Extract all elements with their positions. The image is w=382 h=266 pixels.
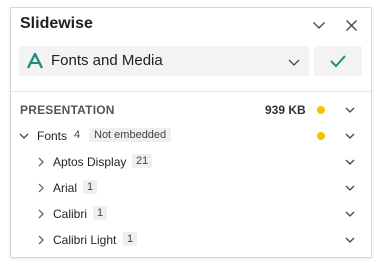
apply-button[interactable]: [314, 46, 362, 76]
panel-title: Slidewise: [20, 15, 93, 32]
font-name: Aptos Display: [53, 155, 127, 169]
fonts-label: Fonts: [37, 129, 68, 143]
presentation-label: PRESENTATION: [20, 103, 115, 117]
chevron-down-icon[interactable]: [344, 130, 356, 142]
fonts-row[interactable]: Fonts 4 Not embedded: [11, 124, 371, 148]
chevron-right-icon[interactable]: [35, 156, 47, 168]
chevron-right-icon[interactable]: [35, 182, 47, 194]
chevron-down-icon: [288, 59, 300, 66]
close-panel-button[interactable]: [341, 15, 361, 35]
font-usage-count: 1: [93, 206, 108, 220]
font-item-row[interactable]: Calibri 1: [11, 202, 371, 226]
presentation-row[interactable]: PRESENTATION 939 KB: [11, 98, 371, 122]
chevron-down-icon: [313, 22, 325, 29]
chevron-down-icon[interactable]: [344, 104, 356, 116]
chevron-down-icon[interactable]: [344, 156, 356, 168]
close-icon: [345, 19, 357, 31]
font-item-row[interactable]: Arial 1: [11, 176, 371, 200]
font-name: Arial: [53, 181, 78, 195]
status-dot: [317, 132, 325, 140]
checkmark-icon: [330, 55, 346, 68]
chevron-right-icon[interactable]: [35, 208, 47, 220]
view-selector-dropdown[interactable]: Fonts and Media: [19, 46, 309, 76]
title-bar: Slidewise: [11, 8, 371, 42]
slidewise-panel: Slidewise Fonts and Media PRESENTATION 9…: [10, 7, 372, 258]
font-name: Calibri: [53, 207, 88, 221]
collapse-panel-button[interactable]: [309, 15, 329, 35]
font-usage-count: 21: [132, 154, 153, 168]
chevron-down-icon[interactable]: [344, 182, 356, 194]
not-embedded-badge: Not embedded: [89, 128, 172, 142]
font-item-row[interactable]: Calibri Light 1: [11, 228, 371, 252]
font-name: Calibri Light: [53, 233, 117, 247]
section-divider: [11, 91, 371, 92]
chevron-down-icon[interactable]: [344, 208, 356, 220]
chevron-down-icon[interactable]: [344, 234, 356, 246]
font-item-row[interactable]: Aptos Display 21: [11, 150, 371, 174]
presentation-size: 939 KB: [265, 103, 306, 117]
font-usage-count: 1: [123, 232, 138, 246]
chevron-down-icon[interactable]: [18, 130, 30, 142]
chevron-right-icon[interactable]: [35, 234, 47, 246]
font-letter-a-icon: [26, 52, 44, 69]
fonts-count: 4: [74, 129, 81, 141]
font-usage-count: 1: [83, 180, 98, 194]
status-dot: [317, 106, 325, 114]
view-selector-value: Fonts and Media: [51, 52, 163, 69]
